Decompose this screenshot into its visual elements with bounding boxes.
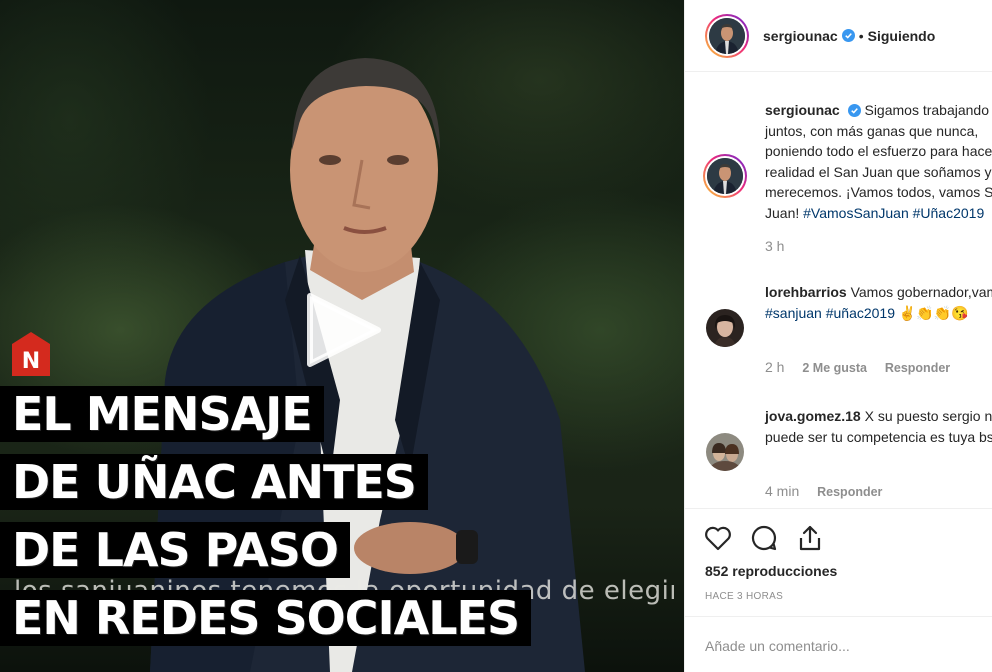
post-timestamp: HACE 3 HORAS bbox=[705, 591, 784, 602]
share-icon[interactable] bbox=[795, 523, 825, 553]
comment-icon[interactable] bbox=[749, 523, 779, 553]
comment-meta: 2 h 2 Me gusta Responder bbox=[765, 359, 964, 375]
reply-button[interactable]: Responder bbox=[885, 361, 950, 375]
caption-text: Sigamos trabajando juntos, con más ganas… bbox=[765, 102, 992, 221]
verified-icon bbox=[847, 104, 861, 117]
post-header: sergiounac • Siguiendo bbox=[685, 0, 992, 72]
author-username[interactable]: sergiounac bbox=[763, 28, 838, 44]
commenter-username[interactable]: lorehbarrios bbox=[765, 284, 847, 300]
commenter-avatar[interactable] bbox=[706, 309, 744, 347]
caption-avatar[interactable] bbox=[703, 154, 747, 198]
post-actions: 852 reproducciones HACE 3 HORAS bbox=[685, 508, 992, 616]
video-player[interactable]: los sanjuaninos tenemos la oportunidad d… bbox=[0, 0, 684, 672]
comment-emoji: ✌👏👏😘 bbox=[898, 304, 969, 321]
comment-meta: 4 min Responder bbox=[765, 483, 896, 499]
play-icon[interactable] bbox=[304, 290, 384, 370]
headline-line-2: DE UÑAC ANTES bbox=[0, 454, 428, 510]
comments-list[interactable]: sergiounac Sigamos trabajando juntos, co… bbox=[685, 72, 992, 508]
news-logo: N bbox=[12, 332, 50, 376]
caption-meta: 3 h bbox=[765, 238, 798, 254]
comment-time: 4 min bbox=[765, 483, 800, 499]
verified-icon bbox=[841, 29, 855, 42]
headline-line-3: DE LAS PASO bbox=[0, 522, 351, 578]
caption-username[interactable]: sergiounac bbox=[765, 102, 840, 118]
headline-line-1: EL MENSAJE bbox=[0, 386, 324, 442]
news-logo-letter: N bbox=[22, 349, 40, 374]
author-avatar-image bbox=[709, 17, 745, 54]
author-avatar[interactable] bbox=[705, 13, 749, 58]
comment-input[interactable] bbox=[705, 635, 975, 657]
headline-line-4: EN REDES SOCIALES bbox=[0, 590, 532, 646]
caption-time: 3 h bbox=[765, 238, 785, 254]
separator-dot: • bbox=[858, 27, 864, 44]
post-panel: sergiounac • Siguiendo sergiounac Sigamo… bbox=[684, 0, 992, 672]
add-comment-bar bbox=[685, 616, 992, 672]
comment-hashtags[interactable]: #sanjuan #uñac2019 bbox=[765, 305, 895, 321]
reply-button[interactable]: Responder bbox=[817, 485, 882, 499]
caption-hashtags[interactable]: #VamosSanJuan #Uñac2019 bbox=[803, 205, 984, 221]
comment-text: Vamos gobernador,vamos bbox=[850, 284, 992, 300]
commenter-avatar[interactable] bbox=[706, 433, 744, 471]
heart-icon[interactable] bbox=[703, 523, 733, 553]
following-button[interactable]: Siguiendo bbox=[868, 28, 936, 44]
comment-likes[interactable]: 2 Me gusta bbox=[802, 361, 867, 375]
caption-avatar-image bbox=[707, 158, 743, 194]
commenter-username[interactable]: jova.gomez.18 bbox=[765, 408, 861, 424]
view-count[interactable]: 852 reproducciones bbox=[705, 563, 837, 579]
comment-time: 2 h bbox=[765, 359, 785, 375]
